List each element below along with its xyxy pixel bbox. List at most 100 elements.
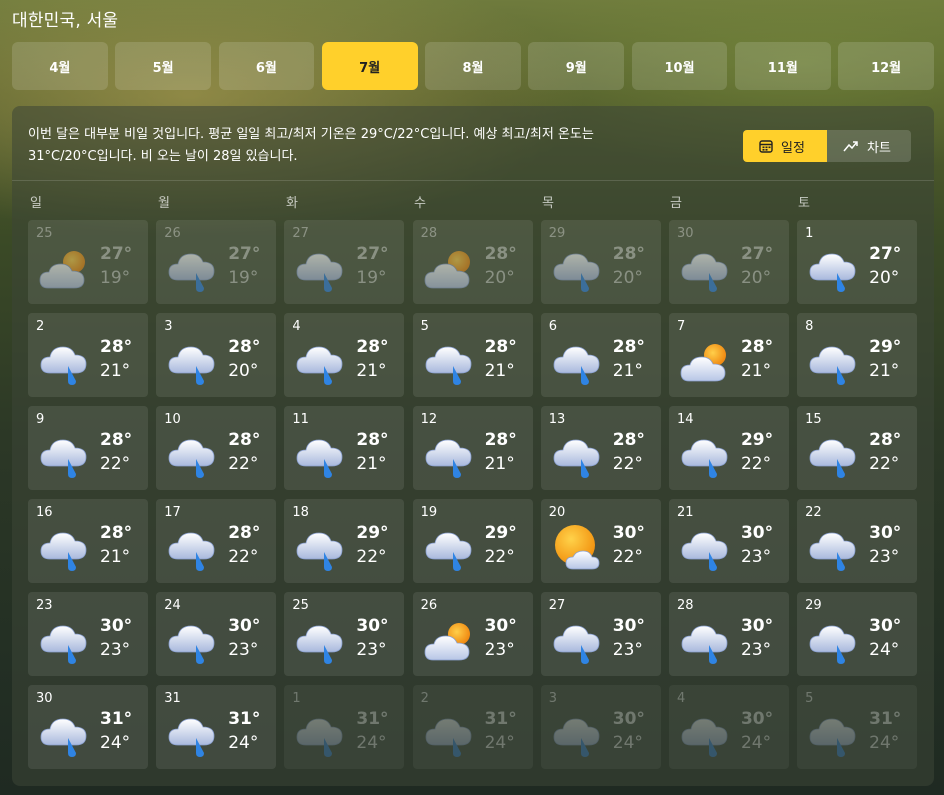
day-cell[interactable]: 4 30° 24° bbox=[668, 685, 789, 769]
rain-icon bbox=[551, 244, 605, 294]
high-temp: 30° bbox=[740, 523, 774, 543]
day-cell[interactable]: 1 31° 24° bbox=[284, 685, 405, 769]
day-cell[interactable]: 26 27° 19° bbox=[156, 220, 277, 304]
month-tab-aug[interactable]: 8월 bbox=[425, 42, 521, 90]
day-cell[interactable]: 18 29° 22° bbox=[284, 499, 405, 583]
low-temp: 19° bbox=[100, 268, 131, 288]
day-cell[interactable]: 17 28° 22° bbox=[156, 499, 277, 583]
day-cell[interactable]: 26 30° 23° bbox=[412, 592, 533, 676]
rain-icon bbox=[679, 616, 733, 666]
low-temp: 24° bbox=[869, 640, 900, 660]
day-cell[interactable]: 8 29° 21° bbox=[797, 313, 918, 397]
day-cell[interactable]: 28 28° 20° bbox=[412, 220, 533, 304]
month-tab-apr[interactable]: 4월 bbox=[12, 42, 108, 90]
rain-icon bbox=[679, 430, 733, 480]
day-cell[interactable]: 6 28° 21° bbox=[540, 313, 661, 397]
day-cell[interactable]: 21 30° 23° bbox=[668, 499, 789, 583]
day-cell[interactable]: 7 28° 21° bbox=[668, 313, 789, 397]
day-cell[interactable]: 27 30° 23° bbox=[540, 592, 661, 676]
day-cell[interactable]: 22 30° 23° bbox=[797, 499, 918, 583]
day-cell[interactable]: 3 30° 24° bbox=[540, 685, 661, 769]
month-tab-sep[interactable]: 9월 bbox=[528, 42, 625, 90]
weekday-wed: 수 bbox=[414, 196, 426, 211]
high-temp: 31° bbox=[356, 709, 389, 729]
low-temp: 20° bbox=[869, 268, 900, 288]
low-temp: 21° bbox=[484, 361, 515, 381]
day-cell[interactable]: 10 28° 22° bbox=[156, 406, 277, 490]
rain-icon bbox=[166, 244, 220, 294]
day-cell[interactable]: 27 27° 19° bbox=[284, 220, 405, 304]
monthly-forecast-panel: 이번 달은 대부분 비일 것입니다. 평균 일일 최고/최저 기온은 29°C/… bbox=[12, 106, 934, 786]
day-cell[interactable]: 16 28° 21° bbox=[28, 499, 148, 583]
day-cell[interactable]: 28 30° 23° bbox=[668, 592, 789, 676]
weekday-fri: 금 bbox=[670, 196, 682, 211]
rain-icon bbox=[423, 430, 477, 480]
calendar-grid: 25 27° 19° 26 27° 19° 27 27° 19° 28 28° … bbox=[28, 220, 918, 769]
day-cell[interactable]: 5 31° 24° bbox=[797, 685, 918, 769]
day-cell[interactable]: 31 31° 24° bbox=[156, 685, 277, 769]
day-cell[interactable]: 2 31° 24° bbox=[412, 685, 533, 769]
low-temp: 22° bbox=[228, 454, 259, 474]
day-number: 1 bbox=[292, 691, 301, 706]
low-temp: 24° bbox=[484, 733, 515, 753]
high-temp: 31° bbox=[484, 709, 517, 729]
day-cell[interactable]: 9 28° 22° bbox=[28, 406, 148, 490]
day-cell[interactable]: 13 28° 22° bbox=[540, 406, 661, 490]
calendar-icon bbox=[759, 140, 773, 153]
day-number: 16 bbox=[36, 505, 53, 520]
high-temp: 28° bbox=[612, 337, 645, 357]
day-number: 10 bbox=[164, 412, 181, 427]
day-cell[interactable]: 20 30° 22° bbox=[540, 499, 661, 583]
calendar-view-button[interactable]: 일정 bbox=[743, 130, 827, 162]
day-cell[interactable]: 30 27° 20° bbox=[668, 220, 789, 304]
month-summary: 이번 달은 대부분 비일 것입니다. 평균 일일 최고/최저 기온은 29°C/… bbox=[28, 127, 594, 164]
day-cell[interactable]: 29 30° 24° bbox=[797, 592, 918, 676]
day-cell[interactable]: 23 30° 23° bbox=[28, 592, 148, 676]
month-tab-may[interactable]: 5월 bbox=[115, 42, 211, 90]
day-cell[interactable]: 2 28° 21° bbox=[28, 313, 148, 397]
day-cell[interactable]: 11 28° 21° bbox=[284, 406, 405, 490]
high-temp: 29° bbox=[740, 430, 774, 450]
day-cell[interactable]: 4 28° 21° bbox=[284, 313, 405, 397]
chart-view-button[interactable]: 차트 bbox=[827, 130, 911, 162]
day-cell[interactable]: 24 30° 23° bbox=[156, 592, 277, 676]
day-cell[interactable]: 1 27° 20° bbox=[797, 220, 918, 304]
month-tab-jul[interactable]: 7월 bbox=[321, 42, 418, 90]
day-number: 7 bbox=[676, 319, 686, 334]
day-number: 24 bbox=[164, 598, 181, 613]
day-cell[interactable]: 30 31° 24° bbox=[28, 685, 148, 769]
day-cell[interactable]: 12 28° 21° bbox=[412, 406, 533, 490]
day-number: 21 bbox=[676, 505, 694, 520]
rain-icon bbox=[294, 616, 348, 666]
day-cell[interactable]: 3 28° 20° bbox=[156, 313, 277, 397]
mostly-sunny-icon bbox=[551, 523, 605, 573]
day-number: 18 bbox=[292, 505, 309, 520]
high-temp: 28° bbox=[484, 430, 517, 450]
high-temp: 31° bbox=[869, 709, 902, 729]
day-cell[interactable]: 5 28° 21° bbox=[412, 313, 533, 397]
low-temp: 21° bbox=[356, 361, 387, 381]
rain-icon bbox=[38, 337, 92, 387]
rain-icon bbox=[294, 709, 348, 759]
day-cell[interactable]: 15 28° 22° bbox=[797, 406, 918, 490]
partly-cloudy-icon bbox=[423, 244, 477, 294]
month-tab-jun[interactable]: 6월 bbox=[218, 42, 315, 90]
day-cell[interactable]: 19 29° 22° bbox=[412, 499, 533, 583]
rain-icon bbox=[38, 523, 92, 573]
high-temp: 28° bbox=[100, 337, 133, 357]
rain-icon bbox=[166, 709, 220, 759]
day-cell[interactable]: 14 29° 22° bbox=[668, 406, 789, 490]
rain-icon bbox=[166, 616, 220, 666]
high-temp: 27° bbox=[228, 244, 261, 264]
day-number: 2 bbox=[36, 319, 45, 334]
day-cell[interactable]: 25 30° 23° bbox=[284, 592, 405, 676]
low-temp: 20° bbox=[228, 361, 259, 381]
day-cell[interactable]: 29 28° 20° bbox=[540, 220, 661, 304]
month-tab-nov[interactable]: 11월 bbox=[734, 42, 831, 90]
month-tab-dec[interactable]: 12월 bbox=[838, 42, 934, 90]
day-number: 26 bbox=[420, 598, 438, 613]
day-cell[interactable]: 25 27° 19° bbox=[28, 220, 148, 304]
day-number: 26 bbox=[164, 226, 181, 241]
rain-icon bbox=[294, 523, 348, 573]
month-tab-oct[interactable]: 10월 bbox=[631, 42, 728, 90]
